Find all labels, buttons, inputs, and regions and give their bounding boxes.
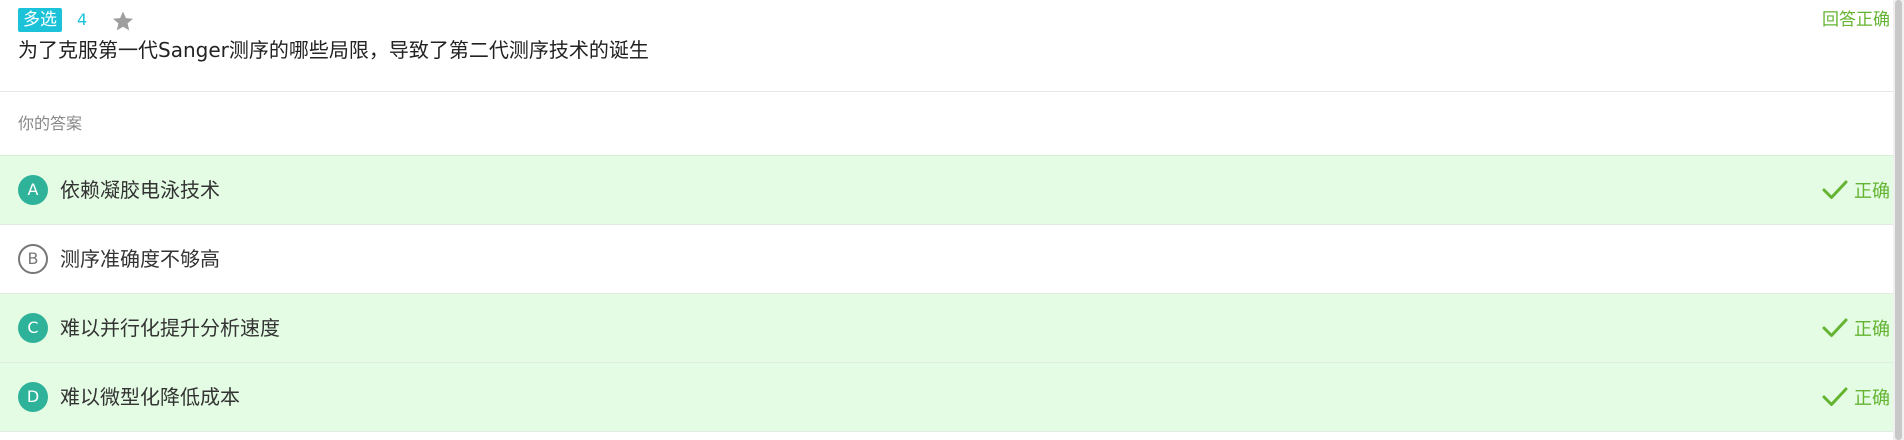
question-type-badge: 多选 — [18, 8, 62, 32]
correct-label: 正确 — [1854, 388, 1890, 409]
check-icon — [1822, 318, 1848, 337]
star-icon[interactable] — [111, 9, 135, 33]
option-a[interactable]: A 依赖凝胶电泳技术 正确 — [0, 156, 1904, 225]
correct-mark: 正确 — [1822, 363, 1890, 431]
option-text: 测序准确度不够高 — [60, 247, 220, 271]
scrollbar-thumb[interactable] — [1895, 0, 1902, 440]
question-header: 多选 4 回答正确 为了克服第一代Sanger测序的哪些局限，导致了第二代测序技… — [0, 0, 1904, 92]
option-b[interactable]: B 测序准确度不够高 — [0, 225, 1904, 294]
option-text: 难以并行化提升分析速度 — [60, 316, 280, 340]
vertical-scrollbar[interactable] — [1893, 0, 1904, 440]
question-number: 4 — [77, 10, 88, 29]
option-c[interactable]: C 难以并行化提升分析速度 正确 — [0, 294, 1904, 363]
correct-label: 正确 — [1854, 181, 1890, 202]
option-letter: D — [18, 382, 48, 412]
correct-mark: 正确 — [1822, 294, 1890, 362]
answer-status: 回答正确 — [1822, 10, 1890, 30]
option-letter: C — [18, 313, 48, 343]
option-letter: B — [18, 244, 48, 274]
option-d[interactable]: D 难以微型化降低成本 正确 — [0, 363, 1904, 432]
check-icon — [1822, 387, 1848, 406]
your-answer-label: 你的答案 — [0, 92, 1904, 156]
option-text: 依赖凝胶电泳技术 — [60, 178, 220, 202]
option-letter: A — [18, 175, 48, 205]
option-text: 难以微型化降低成本 — [60, 385, 240, 409]
question-stem: 为了克服第一代Sanger测序的哪些局限，导致了第二代测序技术的诞生 — [18, 38, 649, 62]
check-icon — [1822, 180, 1848, 199]
correct-label: 正确 — [1854, 319, 1890, 340]
correct-mark: 正确 — [1822, 156, 1890, 224]
